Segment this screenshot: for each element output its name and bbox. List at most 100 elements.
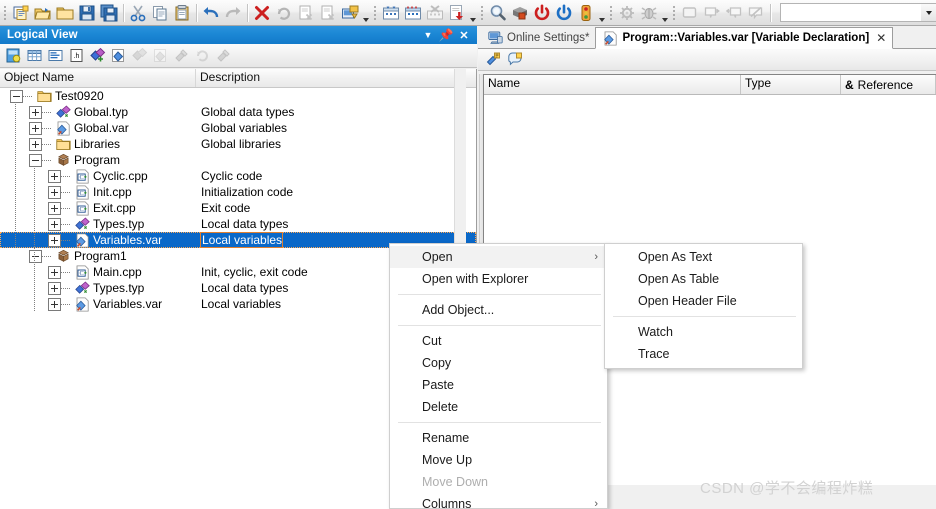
tree-row[interactable]: Global.var Global variables: [0, 120, 476, 136]
add-variable-icon[interactable]: [108, 45, 129, 66]
insert-data-type-icon[interactable]: [129, 45, 150, 66]
collapse-icon[interactable]: [29, 249, 42, 263]
tab-online-settings[interactable]: Online Settings*: [481, 27, 596, 48]
close-panel-button[interactable]: ✕: [455, 27, 473, 43]
expand-icon[interactable]: [48, 201, 61, 215]
toolbar-overflow-button[interactable]: [660, 2, 669, 24]
menu-item-delete[interactable]: Delete: [390, 396, 607, 418]
transfer-object-icon[interactable]: [213, 45, 234, 66]
toolbar-grip[interactable]: [607, 3, 614, 23]
redo-icon[interactable]: [222, 2, 244, 24]
menu-item-rename[interactable]: Rename: [390, 427, 607, 449]
collapse-icon[interactable]: [29, 153, 42, 167]
save-icon[interactable]: [76, 2, 98, 24]
toolbar-grip[interactable]: [670, 3, 677, 23]
toolbar-overflow-button[interactable]: [597, 2, 606, 24]
tree-column-object-name[interactable]: Object Name: [0, 69, 196, 87]
table-view-icon[interactable]: [24, 45, 45, 66]
menu-item-trace[interactable]: Trace: [605, 343, 802, 365]
build-project-icon[interactable]: [295, 2, 317, 24]
watch-icon[interactable]: [616, 2, 638, 24]
rebuild-icon[interactable]: [273, 2, 295, 24]
undo-icon[interactable]: [200, 2, 222, 24]
cut-icon[interactable]: [127, 2, 149, 24]
clear-messages-icon[interactable]: [745, 2, 767, 24]
expand-icon[interactable]: [48, 217, 61, 231]
output-window-icon[interactable]: [679, 2, 701, 24]
tree-row[interactable]: Global.typ Global data types: [0, 104, 476, 120]
online-search-icon[interactable]: [487, 2, 509, 24]
column-reference[interactable]: & Reference: [841, 75, 936, 94]
tree-row[interactable]: Program: [0, 152, 476, 168]
open-project-icon[interactable]: [32, 2, 54, 24]
project-properties-icon[interactable]: [3, 45, 24, 66]
remove-sim-icon[interactable]: [424, 2, 446, 24]
expand-icon[interactable]: [48, 297, 61, 311]
cold-restart-icon[interactable]: [553, 2, 575, 24]
install-icon[interactable]: [446, 2, 468, 24]
toolbar-overflow-button[interactable]: [468, 2, 477, 24]
next-message-icon[interactable]: [701, 2, 723, 24]
build-config-icon[interactable]: [317, 2, 339, 24]
insert-variable-icon[interactable]: [150, 45, 171, 66]
column-name[interactable]: Name: [484, 75, 741, 94]
open-sim-icon[interactable]: [402, 2, 424, 24]
expand-icon[interactable]: [48, 233, 61, 247]
paste-icon[interactable]: [171, 2, 193, 24]
tree-row[interactable]: C Exit.cpp Exit code: [0, 200, 476, 216]
add-variable-icon[interactable]: [482, 49, 504, 71]
menu-item-open-with-explorer[interactable]: Open with Explorer: [390, 268, 607, 290]
edit-comment-icon[interactable]: [504, 49, 526, 71]
add-data-type-icon[interactable]: [87, 45, 108, 66]
auto-hide-pin-button[interactable]: 📌: [437, 27, 455, 43]
save-all-icon[interactable]: [98, 2, 120, 24]
header-file-icon[interactable]: .h: [66, 45, 87, 66]
menu-item-paste[interactable]: Paste: [390, 374, 607, 396]
tree-row[interactable]: Types.typ Local data types: [0, 216, 476, 232]
expand-icon[interactable]: [29, 137, 42, 151]
copy-icon[interactable]: [149, 2, 171, 24]
toolbar-overflow-button[interactable]: [361, 2, 370, 24]
open-folder-icon[interactable]: [54, 2, 76, 24]
expand-icon[interactable]: [48, 185, 61, 199]
text-view-icon[interactable]: [45, 45, 66, 66]
tree-row[interactable]: Test0920: [0, 88, 476, 104]
tree-row[interactable]: Libraries Global libraries: [0, 136, 476, 152]
expand-icon[interactable]: [48, 169, 61, 183]
menu-item-open[interactable]: Open ›: [390, 246, 607, 268]
offline-icon[interactable]: [509, 2, 531, 24]
chevron-down-icon[interactable]: [921, 4, 936, 21]
build-object-icon[interactable]: [171, 45, 192, 66]
rebuild-object-icon[interactable]: [192, 45, 213, 66]
menu-item-cut[interactable]: Cut: [390, 330, 607, 352]
expand-icon[interactable]: [29, 105, 42, 119]
menu-item-watch[interactable]: Watch: [605, 321, 802, 343]
toolbar-grip[interactable]: [371, 3, 378, 23]
previous-message-icon[interactable]: [723, 2, 745, 24]
column-type[interactable]: Type: [741, 75, 841, 94]
menu-item-columns[interactable]: Columns ›: [390, 493, 607, 509]
create-sim-icon[interactable]: [380, 2, 402, 24]
new-object-icon[interactable]: [10, 2, 32, 24]
menu-item-add-object[interactable]: Add Object...: [390, 299, 607, 321]
expand-icon[interactable]: [48, 281, 61, 295]
cancel-build-icon[interactable]: [251, 2, 273, 24]
menu-item-open-as-text[interactable]: Open As Text: [605, 246, 802, 268]
menu-item-copy[interactable]: Copy: [390, 352, 607, 374]
menu-item-move-up[interactable]: Move Up: [390, 449, 607, 471]
menu-item-open-as-table[interactable]: Open As Table: [605, 268, 802, 290]
menu-item-open-header-file[interactable]: Open Header File: [605, 290, 802, 312]
toolbar-grip[interactable]: [478, 3, 485, 23]
tree-row[interactable]: C Cyclic.cpp Cyclic code: [0, 168, 476, 184]
expand-icon[interactable]: [48, 265, 61, 279]
debugger-icon[interactable]: [638, 2, 660, 24]
tab-variables-var[interactable]: Program::Variables.var [Variable Declara…: [595, 27, 894, 49]
tree-column-description[interactable]: Description: [196, 69, 468, 87]
diagnostics-icon[interactable]: [575, 2, 597, 24]
transfer-icon[interactable]: [339, 2, 361, 24]
close-tab-icon[interactable]: ✕: [876, 31, 886, 45]
toolbar-combo-box[interactable]: [780, 3, 936, 22]
toolbar-grip[interactable]: [1, 3, 8, 23]
tree-row[interactable]: C Init.cpp Initialization code: [0, 184, 476, 200]
expand-icon[interactable]: [29, 121, 42, 135]
